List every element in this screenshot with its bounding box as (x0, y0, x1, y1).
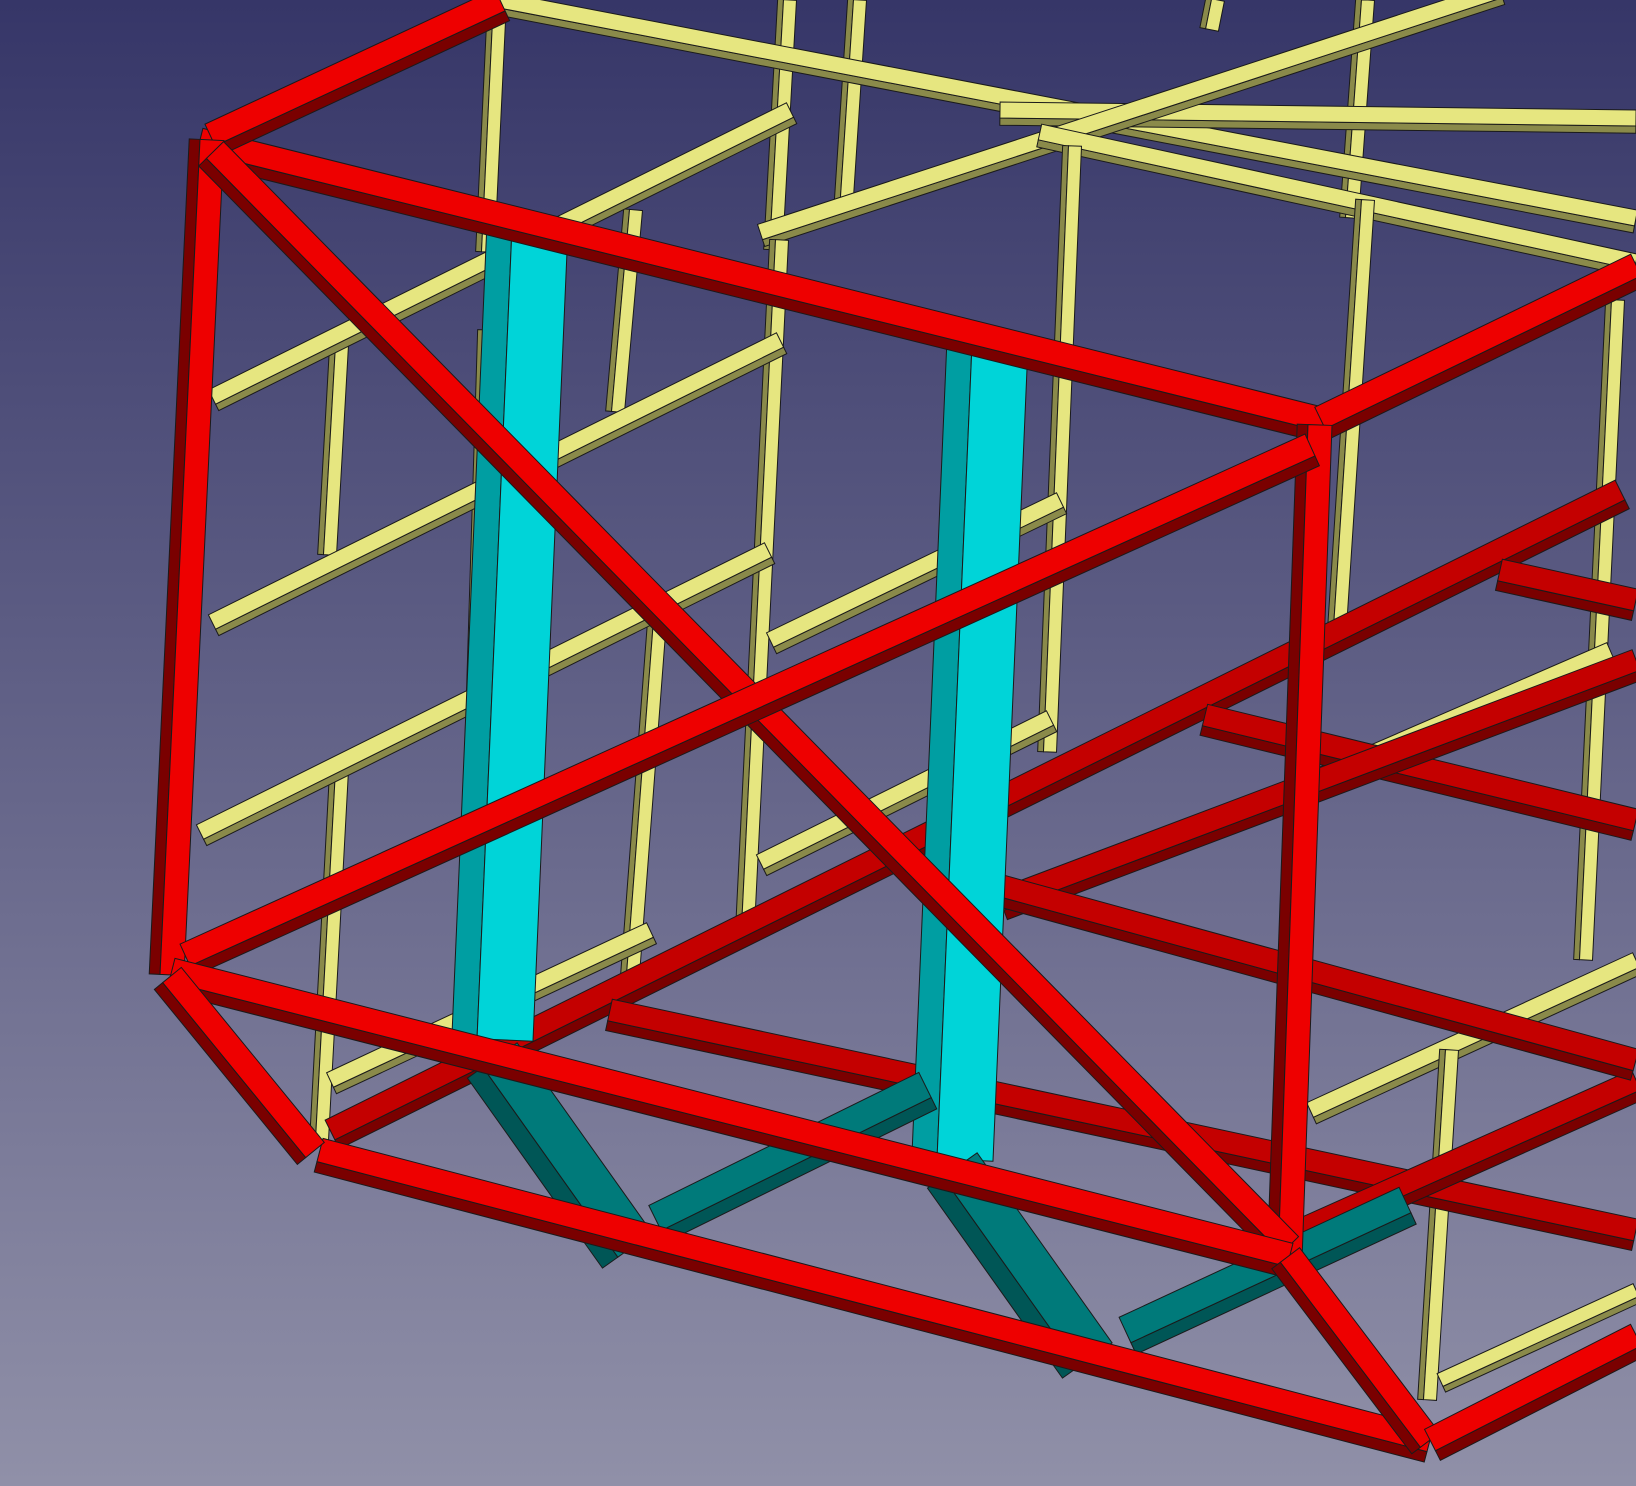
3d-viewport[interactable] (0, 0, 1636, 1486)
frame-model (0, 0, 1636, 1486)
